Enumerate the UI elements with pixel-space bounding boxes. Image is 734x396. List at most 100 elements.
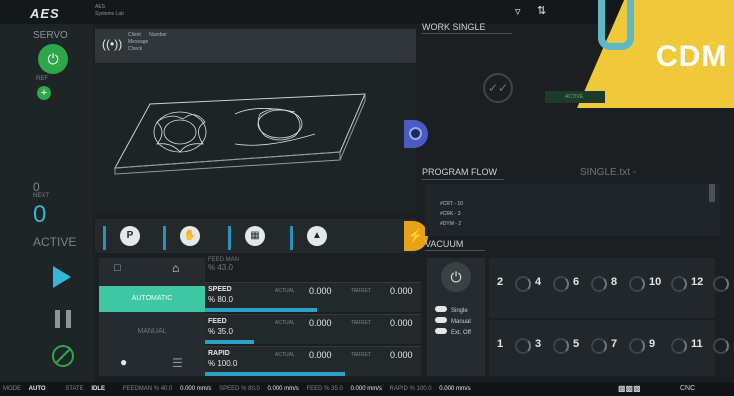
- list-icon[interactable]: ☰: [172, 356, 183, 370]
- rapid-status: RAPID % 100.0: [389, 386, 432, 392]
- param-pct: % 80.0: [208, 295, 233, 304]
- target-value: 0.000: [390, 286, 413, 296]
- vacuum-underline: [425, 250, 485, 251]
- speed-bar[interactable]: [205, 308, 317, 312]
- param-row-speed: SPEED % 80.0 ACTUAL 0.000 TARGET 0.000: [205, 282, 421, 312]
- zone-dial[interactable]: [671, 276, 687, 292]
- play-icon[interactable]: [53, 266, 71, 288]
- manual-mode-button[interactable]: MANUAL: [99, 322, 205, 342]
- zone-label: 6: [573, 276, 580, 288]
- param-name: FEED: [208, 318, 227, 325]
- program-flow-list[interactable]: [425, 184, 720, 236]
- pause-icon[interactable]: [55, 310, 71, 328]
- feed-man-readout: FEED MAN % 43.0: [208, 257, 239, 272]
- program-scrollbar[interactable]: [709, 184, 715, 202]
- zone-dial[interactable]: [553, 276, 569, 292]
- sweep-icon: ▲: [307, 226, 327, 246]
- brand-subtitle-line2: Systems Lab: [95, 11, 124, 17]
- vacuum-title: VACUUM: [425, 239, 464, 249]
- param-table: SPEED % 80.0 ACTUAL 0.000 TARGET 0.000 F…: [205, 282, 421, 378]
- zone-label: 10: [649, 276, 662, 288]
- zone-dial[interactable]: [553, 338, 569, 354]
- zone-dial[interactable]: [629, 338, 645, 354]
- rapid-bar[interactable]: [205, 372, 345, 376]
- program-file-name: SINGLE.txt -: [580, 167, 637, 178]
- toolpath-viewport[interactable]: [95, 64, 416, 212]
- zone-label: 8: [611, 276, 618, 288]
- check-label: Check: [128, 46, 143, 52]
- program-flow-title: PROGRAM FLOW: [422, 167, 498, 177]
- mode-panel: [99, 258, 205, 376]
- toolpath-preview: [114, 93, 366, 175]
- next-value: 0: [33, 201, 47, 228]
- zone-dial[interactable]: [629, 276, 645, 292]
- feed-bar[interactable]: [205, 340, 254, 344]
- window-icon[interactable]: □: [114, 262, 121, 274]
- count-value: 0: [33, 180, 40, 194]
- target-label: TARGET: [351, 320, 371, 326]
- check-icon[interactable]: ✓✓: [483, 73, 513, 103]
- vacuum-mode-single[interactable]: Single: [435, 306, 471, 317]
- zone-label: 2: [497, 276, 504, 288]
- vacuum-mode-label: Ext. Off: [451, 330, 471, 336]
- zone-row-bottom: 1 3 5 7 9 11: [497, 338, 729, 354]
- client-label: Client: [128, 32, 141, 38]
- hand-icon: ✋: [180, 226, 200, 246]
- bomb-icon[interactable]: ●: [120, 355, 127, 369]
- param-pct: % 35.0: [208, 327, 233, 336]
- program-line: #CRK - 3: [440, 211, 461, 217]
- sort-icon[interactable]: ⇅: [537, 4, 546, 17]
- message-fields: Client Number Message Check: [128, 32, 167, 53]
- tool-button-sweep[interactable]: ▲: [290, 226, 328, 250]
- watermark-shape: [598, 0, 634, 50]
- work-single-underline: [422, 33, 512, 34]
- zone-label: 12: [691, 276, 704, 288]
- brand-logo: AES: [30, 6, 60, 21]
- zone-row-top: 2 4 6 8 10 12: [497, 276, 729, 292]
- program-flow-underline: [422, 179, 504, 180]
- speed-status: SPEED % 80.0: [219, 386, 260, 392]
- zone-dial[interactable]: [591, 338, 607, 354]
- zone-label: 5: [573, 338, 580, 350]
- zone-dial[interactable]: [515, 338, 531, 354]
- zone-dial[interactable]: [713, 276, 729, 292]
- add-ref-button[interactable]: +: [37, 86, 51, 100]
- state-label: STATE: [65, 386, 84, 392]
- target-value: 0.000: [390, 318, 413, 328]
- tool-button-hand[interactable]: ✋: [163, 226, 201, 250]
- zone-dial[interactable]: [671, 338, 687, 354]
- stop-icon[interactable]: [52, 345, 74, 367]
- vacuum-mode-manual[interactable]: Manual: [435, 317, 471, 328]
- tool-button-p[interactable]: P: [103, 226, 141, 250]
- param-name: RAPID: [208, 350, 230, 357]
- automatic-mode-button[interactable]: AUTOMATIC: [99, 286, 205, 312]
- actual-value: 0.000: [309, 350, 332, 360]
- active-label: ACTIVE: [33, 235, 77, 249]
- program-line: #DYM - 2: [440, 221, 462, 227]
- home-icon[interactable]: ⌂: [172, 261, 179, 275]
- vacuum-power-button[interactable]: ⏻: [441, 262, 471, 292]
- zone-dial[interactable]: [591, 276, 607, 292]
- active-tag: ACTIVE: [545, 91, 605, 103]
- feed-status: FEED % 35.0: [306, 386, 343, 392]
- vacuum-modes: Single Manual Ext. Off: [435, 306, 471, 339]
- vacuum-mode-label: Single: [451, 308, 468, 314]
- message-label: Message: [128, 39, 149, 45]
- filter-icon[interactable]: ▿: [515, 5, 521, 18]
- window-controls-icon[interactable]: ▩▩▩: [618, 384, 641, 393]
- servo-power-button[interactable]: ⏻: [38, 44, 68, 74]
- tool-button-calc[interactable]: ▦: [228, 226, 266, 250]
- vacuum-mode-extoff[interactable]: Ext. Off: [435, 328, 471, 339]
- watermark-text: CDM: [656, 40, 728, 73]
- zone-label: 4: [535, 276, 542, 288]
- zone-label: 1: [497, 338, 504, 350]
- zone-label: 11: [691, 338, 703, 350]
- next-label: NEXT: [33, 193, 50, 199]
- zone-dial[interactable]: [515, 276, 531, 292]
- target-value: 0.000: [390, 350, 413, 360]
- param-name: SPEED: [208, 286, 232, 293]
- zone-dial[interactable]: [713, 338, 729, 354]
- number-label: Number: [149, 32, 167, 38]
- state-value: IDLE: [91, 386, 106, 392]
- cnc-label: CNC: [680, 385, 696, 392]
